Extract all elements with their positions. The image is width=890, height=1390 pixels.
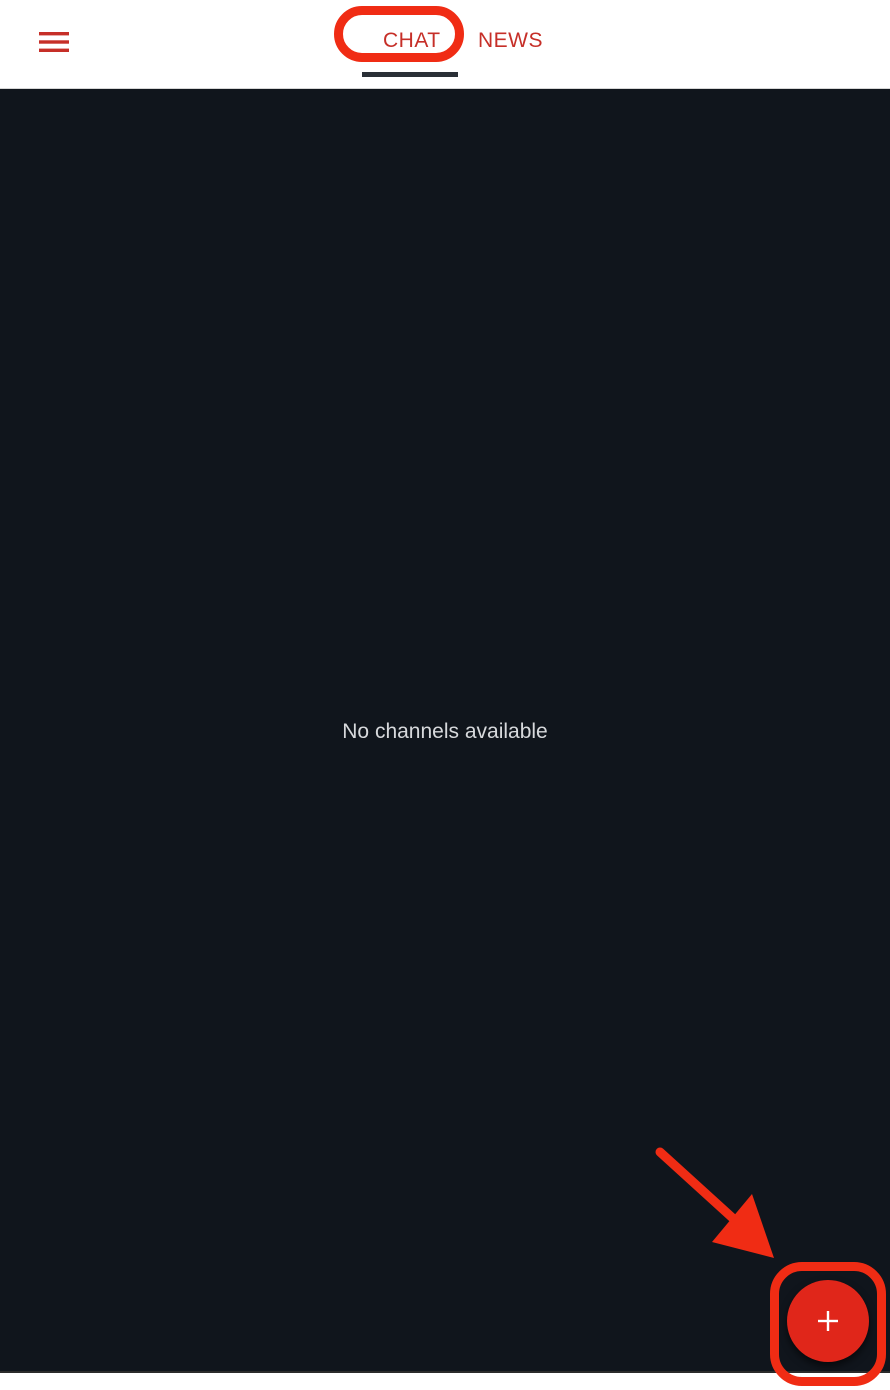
plus-icon [818, 1311, 838, 1331]
channel-list-area: No channels available [0, 89, 890, 1371]
hamburger-menu-icon [39, 32, 69, 52]
tab-news[interactable]: NEWS [478, 28, 543, 54]
add-channel-button[interactable] [787, 1280, 869, 1362]
empty-state-message: No channels available [342, 720, 548, 743]
top-app-bar: CHAT NEWS [0, 0, 890, 89]
menu-button[interactable] [28, 22, 80, 62]
app-root: CHAT NEWS No channels available [0, 0, 890, 1390]
bottom-edge [0, 1371, 890, 1390]
tab-chat[interactable]: CHAT [383, 28, 441, 54]
active-tab-indicator [362, 72, 458, 77]
